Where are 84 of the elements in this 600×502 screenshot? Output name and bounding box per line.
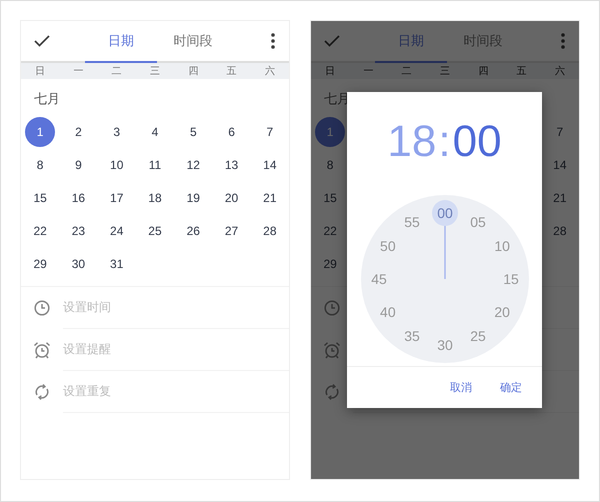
day-cell[interactable]: 31 (102, 248, 132, 278)
dial-number[interactable]: 05 (470, 214, 486, 230)
repeat-icon (34, 384, 50, 400)
weekday-label: 三 (148, 65, 161, 78)
weekday-label: 二 (400, 65, 413, 78)
day-cell[interactable]: 16 (63, 182, 94, 212)
dial-number[interactable]: 15 (502, 271, 518, 287)
dial-number[interactable]: 20 (494, 304, 510, 320)
alarm-clock-icon (33, 341, 51, 359)
month-label: 七月 (33, 90, 61, 108)
day-cell[interactable]: 17 (102, 182, 132, 212)
check-icon[interactable] (34, 35, 50, 47)
day-cell[interactable]: 15 (25, 182, 56, 212)
day-cell[interactable]: 26 (178, 216, 208, 246)
month-label: 七月 (323, 90, 351, 108)
alarm-clock-icon (323, 341, 341, 359)
day-cell[interactable]: 2 (63, 116, 94, 146)
weekday-label: 二 (110, 65, 123, 78)
weekday-label: 三 (438, 65, 451, 78)
dial-number[interactable]: 10 (494, 238, 510, 254)
clock-icon (324, 300, 340, 316)
repeat-icon (324, 384, 340, 400)
day-cell[interactable]: 24 (102, 216, 132, 246)
day-cell[interactable]: 8 (315, 150, 346, 180)
tab[interactable]: 时间段 (157, 21, 229, 63)
weekday-label: 五 (516, 65, 528, 78)
day-cell[interactable]: 12 (178, 150, 208, 180)
weekday-label: 四 (477, 65, 490, 78)
weekday-label: 一 (362, 65, 374, 78)
weekday-label: 六 (264, 64, 276, 78)
day-cell[interactable]: 14 (544, 150, 575, 180)
dial-number[interactable]: 55 (404, 214, 420, 230)
day-cell[interactable]: 29 (25, 248, 56, 278)
weekday-label: 六 (554, 64, 566, 78)
weekday-label: 四 (187, 65, 200, 78)
clock-icon (34, 300, 50, 316)
weekday-label: 五 (226, 65, 238, 78)
hours-display[interactable]: 18 (387, 120, 436, 164)
minutes-display[interactable]: 00 (452, 120, 502, 164)
day-cell[interactable]: 27 (216, 216, 247, 246)
day-cell[interactable]: 21 (544, 182, 575, 212)
dial-number[interactable]: 50 (380, 238, 396, 254)
more-menu-icon[interactable] (271, 33, 275, 49)
day-cell[interactable]: 28 (544, 216, 575, 246)
day-cell[interactable]: 22 (25, 216, 56, 246)
day-cell[interactable]: 9 (63, 150, 94, 180)
day-cell[interactable]: 15 (315, 182, 346, 212)
day-cell[interactable]: 22 (315, 216, 346, 246)
weekday-label: 日 (34, 65, 46, 78)
day-cell[interactable]: 30 (63, 248, 94, 278)
cancel-button[interactable]: 取消 (440, 376, 482, 399)
day-cell[interactable]: 25 (140, 216, 170, 246)
dial-number[interactable]: 25 (470, 328, 486, 344)
day-cell[interactable]: 7 (254, 116, 285, 146)
day-cell[interactable]: 6 (216, 116, 247, 146)
clock-dial[interactable] (360, 195, 528, 363)
day-cell[interactable]: 7 (544, 116, 575, 146)
day-cell[interactable]: 18 (140, 182, 170, 212)
check-icon[interactable] (324, 35, 340, 47)
day-cell[interactable]: 19 (178, 182, 208, 212)
day-cell[interactable]: 29 (315, 248, 346, 278)
day-cell[interactable]: 11 (140, 150, 170, 180)
day-cell[interactable]: 1 (315, 116, 346, 146)
day-cell[interactable]: 5 (178, 116, 208, 146)
day-cell[interactable]: 20 (216, 182, 247, 212)
day-cell[interactable]: 4 (140, 116, 170, 146)
day-cell[interactable]: 28 (254, 216, 285, 246)
dial-number[interactable]: 40 (380, 304, 396, 320)
day-cell[interactable]: 14 (254, 150, 285, 180)
dial-number[interactable]: 30 (436, 337, 452, 353)
day-cell[interactable]: 3 (102, 116, 132, 146)
day-cell[interactable]: 23 (63, 216, 94, 246)
time-separator: : (438, 120, 451, 164)
day-cell[interactable]: 21 (254, 182, 285, 212)
dial-number[interactable]: 45 (370, 271, 386, 287)
weekday-label: 日 (324, 65, 336, 78)
day-cell[interactable]: 1 (25, 116, 56, 146)
day-cell[interactable]: 8 (25, 150, 56, 180)
day-cell[interactable]: 13 (216, 150, 247, 180)
confirm-button[interactable]: 确定 (490, 376, 532, 399)
day-cell[interactable]: 10 (102, 150, 132, 180)
dial-number[interactable]: 00 (436, 205, 452, 221)
dial-number[interactable]: 35 (404, 328, 420, 344)
weekday-label: 一 (72, 65, 84, 78)
